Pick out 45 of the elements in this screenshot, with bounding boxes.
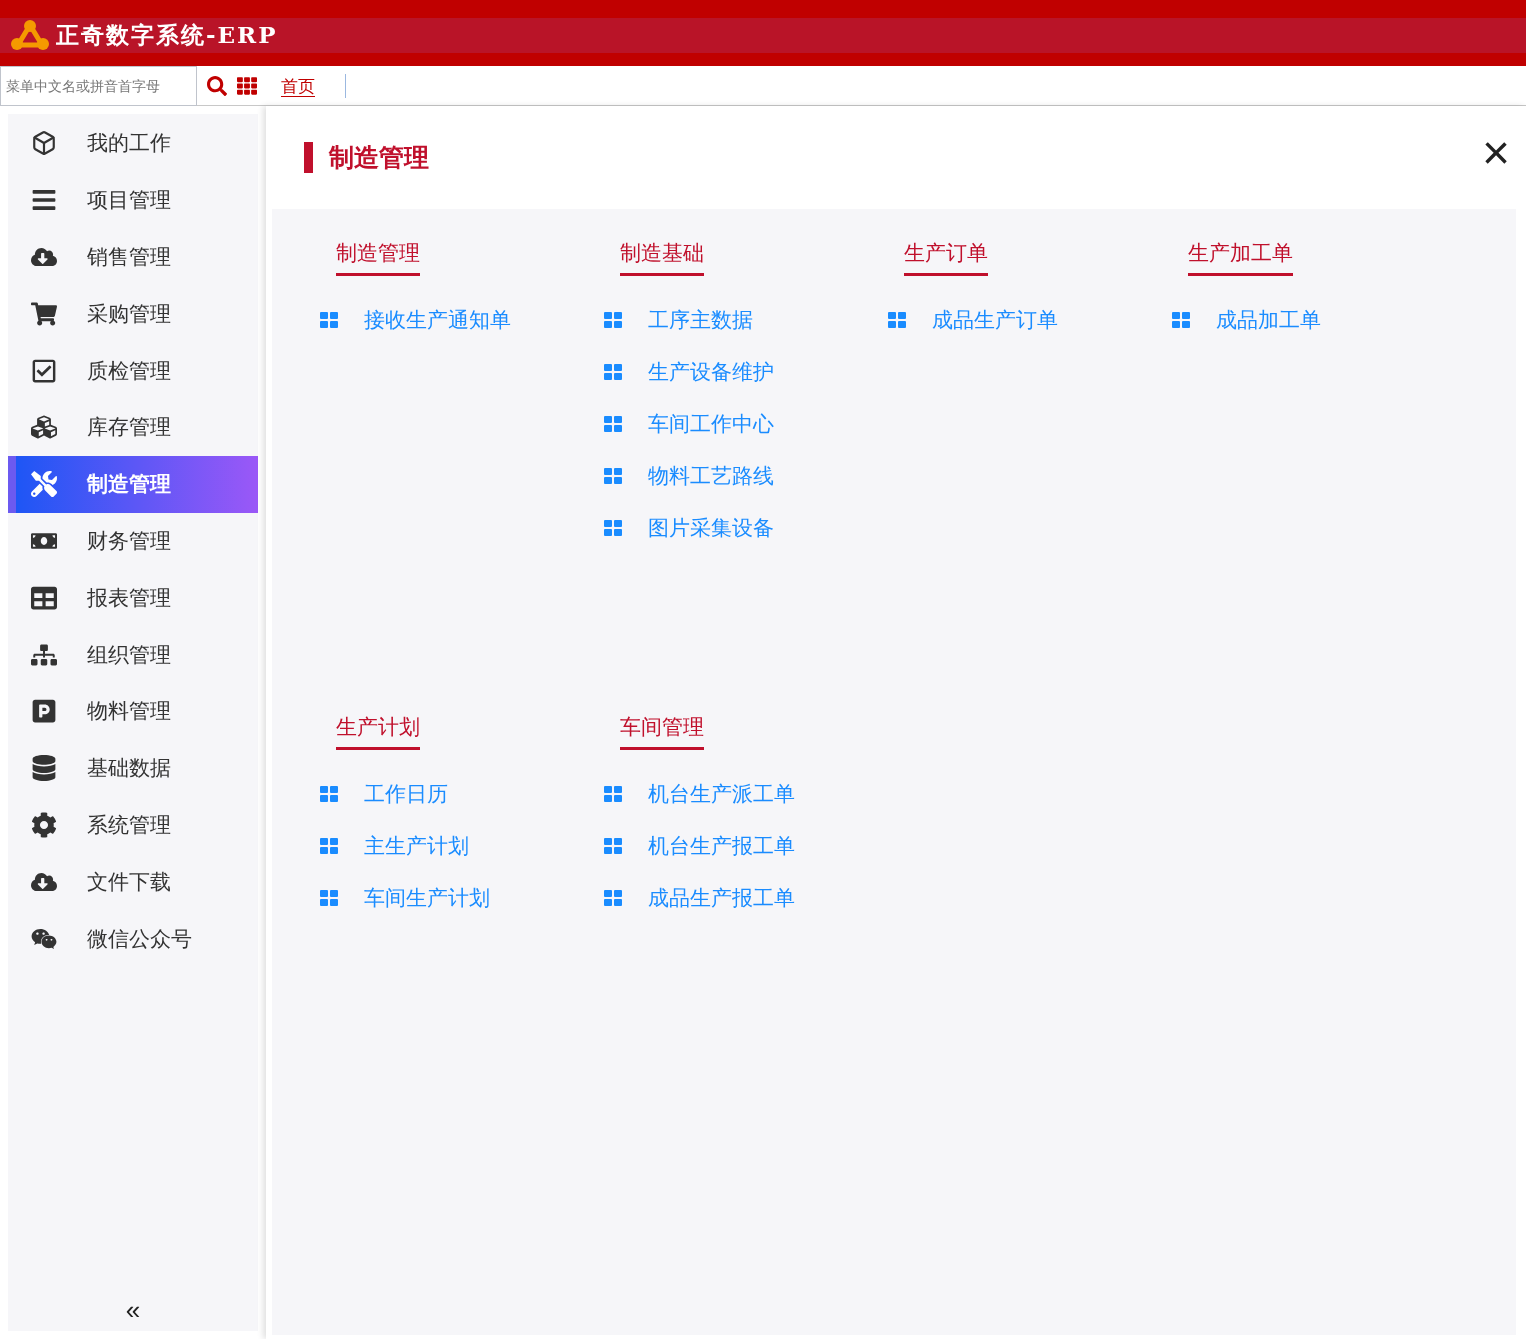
grid-icon <box>320 312 338 328</box>
sidebar-item[interactable]: 采购管理 <box>8 285 258 343</box>
sidebar-item[interactable]: 系统管理 <box>8 796 258 854</box>
collapse-button[interactable]: « <box>119 1294 147 1327</box>
grid-icon <box>604 364 622 380</box>
grid-icon <box>604 468 622 484</box>
group-heading: 生产订单 <box>904 239 988 276</box>
grid-icon <box>320 890 338 906</box>
sidebar-item[interactable]: 文件下载 <box>8 853 258 911</box>
group-heading: 生产计划 <box>336 713 420 750</box>
grid-icon <box>888 312 906 328</box>
grid-icon <box>320 838 338 854</box>
grid-icon <box>604 786 622 802</box>
panel-title: 制造管理 <box>329 142 429 174</box>
sidebar-item[interactable]: 项目管理 <box>8 171 258 229</box>
sidebar-item[interactable]: 质检管理 <box>8 342 258 399</box>
grid-icon <box>604 416 622 432</box>
sidebar-item[interactable]: 库存管理 <box>8 399 258 456</box>
group-heading: 生产加工单 <box>1188 239 1293 276</box>
sidebar-item[interactable]: 基础数据 <box>8 739 258 797</box>
title-accent-bar <box>304 142 313 173</box>
sidebar-item[interactable]: 报表管理 <box>8 569 258 627</box>
grid-icon <box>604 312 622 328</box>
search-icon[interactable] <box>207 75 227 96</box>
sidebar-item[interactable]: 物料管理 <box>8 682 258 740</box>
sidebar-item[interactable]: 我的工作 <box>8 115 258 172</box>
sidebar-item[interactable]: 微信公众号 <box>8 910 258 967</box>
sidebar-item[interactable]: 销售管理 <box>8 228 258 286</box>
grid-icon[interactable] <box>237 75 257 96</box>
close-button[interactable]: × <box>1475 128 1516 178</box>
group-heading: 制造基础 <box>620 239 704 276</box>
grid-icon <box>604 838 622 854</box>
grid-icon <box>320 786 338 802</box>
grid-icon <box>604 520 622 536</box>
sidebar-item[interactable]: 财务管理 <box>8 512 258 570</box>
group-heading: 车间管理 <box>620 713 704 750</box>
logo-icon <box>10 19 50 51</box>
search-field[interactable]: 菜单中文名或拼音首字母 <box>0 65 197 106</box>
home-tab[interactable]: 首页 <box>281 73 346 98</box>
app-title: 正奇数字系统-ERP <box>56 19 278 50</box>
sidebar-item[interactable]: 制造管理 <box>8 455 258 513</box>
group-heading: 制造管理 <box>336 239 420 276</box>
grid-icon <box>1172 312 1190 328</box>
sidebar-item[interactable]: 组织管理 <box>8 626 258 683</box>
grid-icon <box>604 890 622 906</box>
